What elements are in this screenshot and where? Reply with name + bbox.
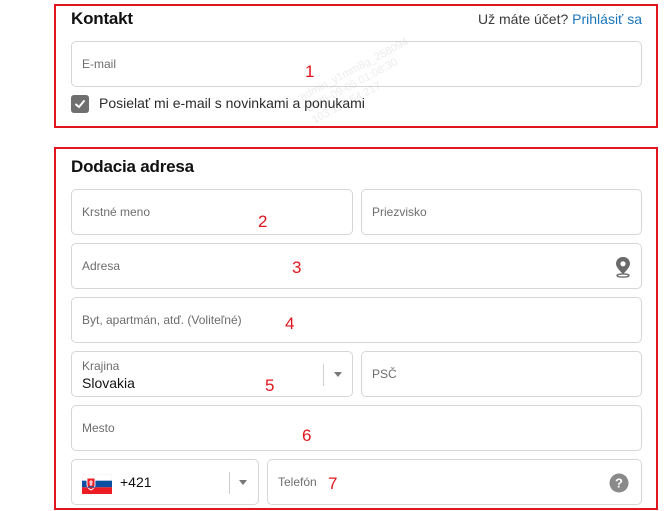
address-field[interactable]: Adresa xyxy=(71,243,642,289)
annotation-3: 3 xyxy=(292,258,302,277)
annotation-6: 6 xyxy=(302,426,312,445)
help-icon[interactable]: ? xyxy=(609,473,629,493)
last-name-placeholder: Priezvisko xyxy=(372,205,427,219)
chevron-down-icon xyxy=(334,372,342,377)
city-field[interactable]: Mesto xyxy=(71,405,642,451)
phone-country-code: +421 xyxy=(120,474,152,490)
phone-country-select[interactable]: +421 xyxy=(71,459,259,505)
login-link[interactable]: Prihlásiť sa xyxy=(572,11,642,27)
phone-field[interactable]: Telefón ? xyxy=(267,459,642,505)
postal-code-field[interactable]: PSČ xyxy=(361,351,642,397)
first-name-placeholder: Krstné meno xyxy=(82,205,151,219)
apartment-placeholder: Byt, apartmán, atď. (Voliteľné) xyxy=(82,313,242,327)
country-select[interactable]: Krajina Slovakia xyxy=(71,351,353,397)
annotation-5: 5 xyxy=(265,376,275,395)
email-placeholder: E-mail xyxy=(82,57,117,71)
slovakia-flag-icon xyxy=(82,474,112,494)
chevron-down-icon xyxy=(239,480,247,485)
contact-title: Kontakt xyxy=(71,9,133,28)
country-label: Krajina xyxy=(82,359,120,373)
newsletter-checkbox[interactable] xyxy=(71,95,89,113)
apartment-field[interactable]: Byt, apartmán, atď. (Voliteľné) xyxy=(71,297,642,343)
city-placeholder: Mesto xyxy=(82,421,115,435)
checkmark-icon xyxy=(75,100,85,109)
login-prompt: Už máte účet? Prihlásiť sa xyxy=(478,11,642,27)
country-separator xyxy=(323,364,324,386)
email-field[interactable]: E-mail xyxy=(71,41,642,87)
first-name-field[interactable]: Krstné meno xyxy=(71,189,353,235)
annotation-2: 2 xyxy=(258,212,268,231)
annotation-4: 4 xyxy=(285,314,295,333)
annotation-1: 1 xyxy=(305,62,315,81)
shipping-title: Dodacia adresa xyxy=(71,157,194,176)
svg-text:?: ? xyxy=(615,476,623,491)
location-pin-icon[interactable] xyxy=(613,256,633,278)
login-prompt-text: Už máte účet? xyxy=(478,11,569,27)
annotation-7: 7 xyxy=(328,474,338,493)
newsletter-label: Posielať mi e-mail s novinkami a ponukam… xyxy=(99,95,365,111)
address-placeholder: Adresa xyxy=(82,259,121,273)
phone-code-separator xyxy=(229,472,230,494)
postal-code-placeholder: PSČ xyxy=(372,367,397,381)
phone-placeholder: Telefón xyxy=(278,475,317,489)
last-name-field[interactable]: Priezvisko xyxy=(361,189,642,235)
country-value: Slovakia xyxy=(82,375,135,391)
